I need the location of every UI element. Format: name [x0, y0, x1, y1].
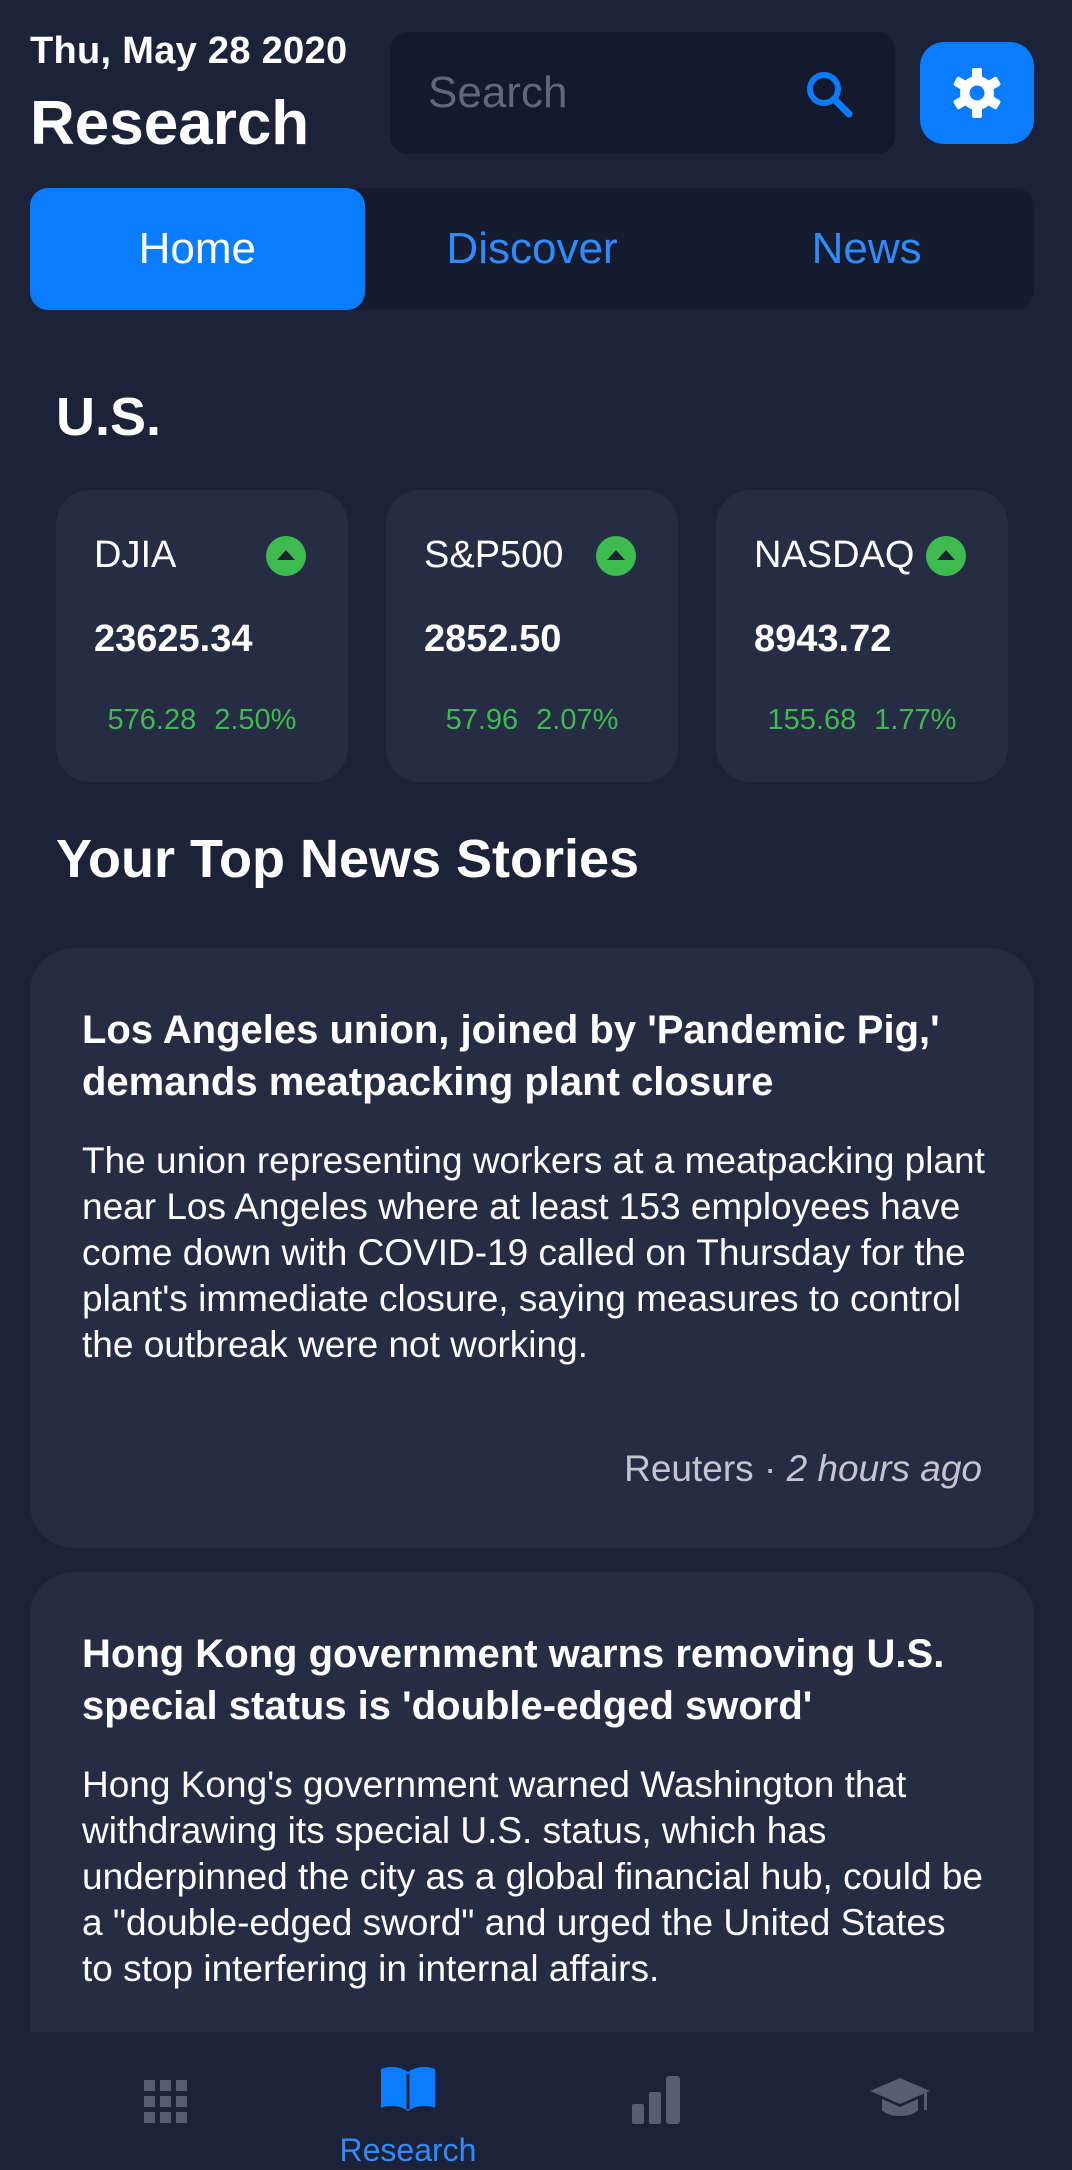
ticker-card-sp500[interactable]: S&P500 2852.50 57.96 2.07%	[386, 490, 678, 782]
ticker-name: NASDAQ	[754, 534, 915, 576]
ticker-value: 8943.72	[754, 618, 892, 660]
ticker-list: DJIA 23625.34 576.28 2.50% S&P500 2852.50…	[56, 490, 1008, 782]
news-meta: Reuters · 2 hours ago	[624, 1448, 982, 1489]
ticker-change-percent: 2.07%	[536, 704, 619, 736]
news-headline: Hong Kong government warns removing U.S.…	[82, 1632, 945, 1728]
search-icon[interactable]	[803, 68, 855, 120]
tab-bar: Home Discover News	[30, 188, 1034, 310]
settings-button[interactable]	[920, 42, 1034, 144]
news-source: Reuters	[624, 1448, 754, 1489]
ticker-change-points: 576.28	[107, 704, 197, 736]
ticker-name: DJIA	[94, 534, 177, 576]
nav-item-grid[interactable]	[66, 2032, 266, 2170]
ticker-change-percent: 1.77%	[874, 704, 957, 736]
market-heading: U.S.	[56, 387, 162, 447]
tab-news[interactable]: News	[699, 188, 1034, 310]
news-summary: The union representing workers at a meat…	[82, 1140, 985, 1365]
arrow-up-icon	[596, 536, 636, 576]
tab-discover[interactable]: Discover	[365, 188, 700, 310]
date-label: Thu, May 28 2020	[30, 30, 348, 72]
gear-icon	[953, 68, 1001, 118]
nav-item-charts[interactable]	[554, 2032, 754, 2170]
nav-label-research: Research	[339, 2132, 477, 2168]
arrow-up-icon	[926, 536, 966, 576]
nav-item-learn[interactable]	[800, 2032, 1000, 2170]
news-card[interactable]: Los Angeles union, joined by 'Pandemic P…	[30, 948, 1034, 1548]
ticker-change: 155.68 1.77%	[716, 704, 1008, 737]
ticker-change: 57.96 2.07%	[386, 704, 678, 737]
search-bar[interactable]	[390, 32, 895, 154]
book-icon	[381, 2067, 435, 2111]
ticker-value: 2852.50	[424, 618, 562, 660]
ticker-value: 23625.34	[94, 618, 253, 660]
ticker-name: S&P500	[424, 534, 564, 576]
news-heading: Your Top News Stories	[56, 829, 640, 889]
news-time: 2 hours ago	[786, 1448, 982, 1489]
tab-home[interactable]: Home	[30, 188, 365, 310]
ticker-change-points: 57.96	[445, 704, 519, 736]
bar-chart-icon	[632, 2076, 680, 2124]
ticker-change-percent: 2.50%	[214, 704, 297, 736]
header: Thu, May 28 2020 Research	[0, 0, 1072, 170]
ticker-card-nasdaq[interactable]: NASDAQ 8943.72 155.68 1.77%	[716, 490, 1008, 782]
nav-item-research[interactable]: Research	[308, 2032, 508, 2170]
ticker-change: 576.28 2.50%	[56, 704, 348, 737]
ticker-change-points: 155.68	[767, 704, 857, 736]
search-input[interactable]	[428, 68, 798, 118]
page-title: Research	[30, 89, 310, 158]
news-summary: Hong Kong's government warned Washington…	[82, 1764, 983, 1989]
ticker-card-djia[interactable]: DJIA 23625.34 576.28 2.50%	[56, 490, 348, 782]
news-headline: Los Angeles union, joined by 'Pandemic P…	[82, 1008, 940, 1104]
grid-icon	[144, 2080, 187, 2123]
graduation-cap-icon	[870, 2078, 930, 2116]
arrow-up-icon	[266, 536, 306, 576]
bottom-nav: Research	[0, 2032, 1072, 2170]
